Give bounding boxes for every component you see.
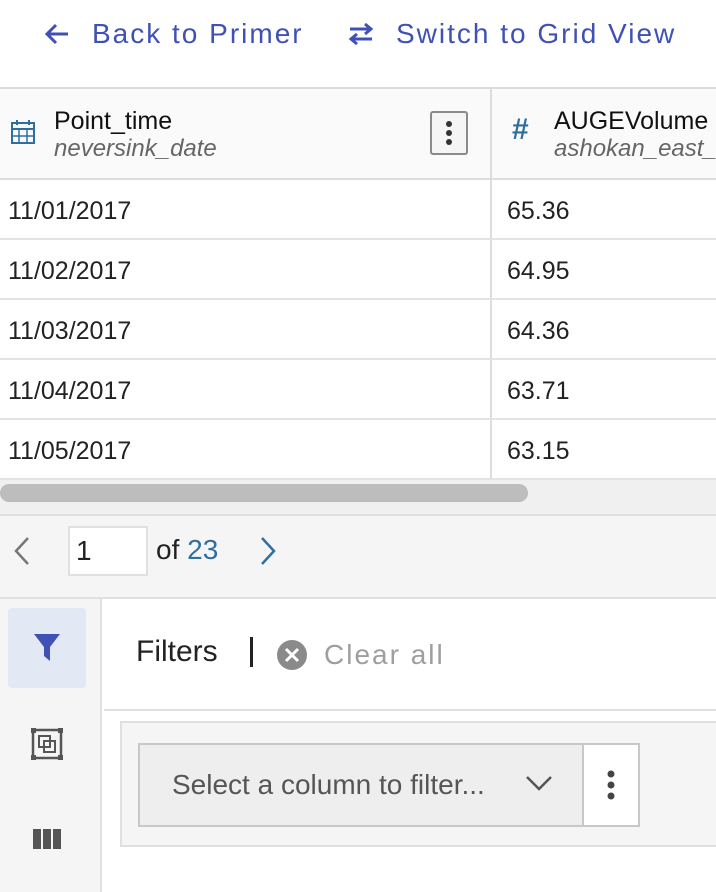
filters-title: Filters: [136, 635, 218, 668]
column-source: ashokan_east_: [554, 135, 716, 162]
previous-page-button[interactable]: [10, 534, 34, 573]
of-label: of: [156, 534, 180, 565]
column-name: Point_time: [54, 107, 173, 135]
cell-augevolume[interactable]: 65.36: [507, 180, 707, 238]
data-grid: Point_time neversink_date # AUGEVolume a…: [0, 87, 716, 514]
clear-all-button[interactable]: Clear all: [276, 639, 445, 671]
more-vertical-icon: [607, 770, 615, 800]
switch-to-grid-view-link[interactable]: Switch to Grid View: [346, 14, 676, 54]
column-filter-select[interactable]: Select a column to filter...: [138, 743, 584, 827]
cell-augevolume[interactable]: 64.36: [507, 300, 707, 358]
header-separator: [250, 637, 253, 667]
column-divider: [490, 240, 492, 298]
group-boxes-icon: [31, 728, 63, 760]
next-page-button[interactable]: [256, 534, 280, 573]
back-to-primer-link[interactable]: Back to Primer: [42, 14, 304, 54]
column-divider: [490, 360, 492, 418]
columns-icon: [33, 829, 61, 849]
table-row[interactable]: 11/01/2017 65.36: [0, 180, 716, 240]
cell-point-time[interactable]: 11/02/2017: [8, 240, 490, 298]
table-row[interactable]: 11/03/2017 64.36: [0, 300, 716, 360]
table-row[interactable]: 11/05/2017 63.15: [0, 420, 716, 480]
cell-augevolume[interactable]: 63.71: [507, 360, 707, 418]
cell-point-time[interactable]: 11/05/2017: [8, 420, 490, 478]
swap-arrows-icon: [348, 22, 374, 46]
filters-header: Filters Clear all: [104, 599, 716, 711]
close-circle-icon: [277, 640, 307, 670]
switch-to-grid-view-label: Switch to Grid View: [396, 18, 677, 49]
cell-augevolume[interactable]: 64.95: [507, 240, 707, 298]
cell-point-time[interactable]: 11/01/2017: [8, 180, 490, 238]
more-vertical-icon: [446, 121, 452, 145]
cell-augevolume[interactable]: 63.15: [507, 420, 707, 478]
cell-point-time[interactable]: 11/03/2017: [8, 300, 490, 358]
filter-row: Select a column to filter...: [120, 721, 716, 847]
column-menu-button[interactable]: [430, 111, 468, 155]
column-source: neversink_date: [54, 135, 217, 162]
table-row[interactable]: 11/02/2017 64.95: [0, 240, 716, 300]
column-divider: [490, 180, 492, 238]
filters-panel: Filters Clear all Select a column to fil…: [104, 599, 716, 892]
column-divider: [490, 300, 492, 358]
filter-options-button[interactable]: [584, 743, 640, 827]
group-tool-button[interactable]: [8, 704, 86, 784]
back-to-primer-label: Back to Primer: [92, 18, 304, 49]
chevron-down-icon: [526, 776, 552, 791]
page-number-input[interactable]: [68, 526, 148, 576]
column-name: AUGEVolume: [554, 107, 709, 135]
grid-body: 11/01/2017 65.36 11/02/2017 64.95 11/03/…: [0, 180, 716, 480]
columns-tool-button[interactable]: [8, 799, 86, 879]
column-header-augevolume[interactable]: # AUGEVolume ashokan_east_: [492, 89, 716, 180]
calendar-icon: [10, 119, 36, 152]
grid-header: Point_time neversink_date # AUGEVolume a…: [0, 87, 716, 180]
column-header-point-time[interactable]: Point_time neversink_date: [0, 89, 492, 180]
column-divider: [490, 420, 492, 478]
filter-icon: [34, 634, 60, 661]
filter-tool-button[interactable]: [8, 608, 86, 688]
number-hash-icon: #: [512, 113, 529, 146]
arrow-left-icon: [44, 23, 68, 45]
table-row[interactable]: 11/04/2017 63.71: [0, 360, 716, 420]
total-pages: 23: [187, 534, 219, 565]
page-count-text: of 23: [156, 534, 218, 566]
select-placeholder: Select a column to filter...: [172, 769, 485, 800]
tool-sidebar: [0, 599, 102, 892]
horizontal-scrollbar[interactable]: [0, 480, 716, 514]
chevron-left-icon: [14, 537, 29, 565]
top-navigation: Back to Primer Switch to Grid View: [0, 0, 716, 87]
cell-point-time[interactable]: 11/04/2017: [8, 360, 490, 418]
clear-all-label: Clear all: [324, 639, 445, 670]
scrollbar-thumb[interactable]: [0, 484, 528, 502]
pagination-bar: of 23: [0, 514, 716, 599]
chevron-right-icon: [261, 537, 276, 565]
